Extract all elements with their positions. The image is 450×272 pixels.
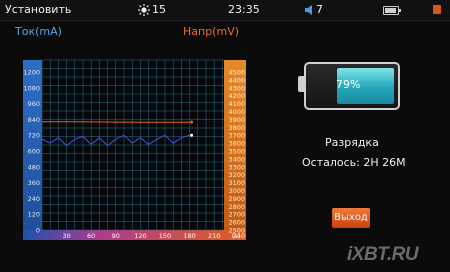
left-tick-label: 480: [28, 163, 40, 171]
left-tick-label: 960: [28, 100, 40, 108]
right-tick-label: 2700: [228, 211, 245, 219]
x-tick-label: 150: [159, 232, 171, 240]
watermark: iXBT.RU: [347, 244, 419, 265]
right-tick-label: 4400: [228, 76, 245, 84]
left-tick-label: 0: [36, 227, 40, 235]
left-tick-label: 120: [28, 211, 40, 219]
right-tick-label: 3800: [228, 124, 245, 132]
right-tick-label: 4300: [228, 84, 245, 92]
battery-state: Разрядка: [325, 136, 379, 149]
discharge-chart: 1200108096084072060048036024012004500440…: [23, 59, 246, 240]
battery-indicator: 79%: [298, 62, 400, 110]
x-unit-label: (s): [232, 232, 240, 240]
right-tick-label: 4500: [228, 69, 245, 77]
right-tick-label: 3600: [228, 140, 245, 148]
left-tick-label: 240: [28, 195, 40, 203]
voltage-series-endpoint: [190, 120, 194, 124]
right-tick-label: 3300: [228, 163, 245, 171]
right-tick-label: 3700: [228, 132, 245, 140]
right-tick-label: 3400: [228, 155, 245, 163]
right-tick-label: 4000: [228, 108, 245, 116]
x-tick-label: 120: [134, 232, 146, 240]
right-tick-label: 3100: [228, 179, 245, 187]
x-tick-label: 90: [112, 232, 120, 240]
exit-button[interactable]: Выход: [332, 208, 370, 228]
right-tick-label: 4200: [228, 92, 245, 100]
x-tick-label: 60: [87, 232, 95, 240]
left-tick-label: 360: [28, 179, 40, 187]
x-tick-label: 30: [62, 232, 70, 240]
left-tick-label: 1200: [23, 69, 40, 77]
grid: [41, 59, 224, 231]
right-tick-label: 4100: [228, 100, 245, 108]
left-tick-label: 720: [28, 132, 40, 140]
battery-percent: 79%: [336, 78, 361, 91]
current-series-endpoint: [190, 133, 194, 137]
time-remaining: Осталось: 2H 26M: [302, 156, 406, 169]
right-tick-label: 3200: [228, 171, 245, 179]
x-tick-label: 180: [183, 232, 195, 240]
right-tick-label: 2800: [228, 203, 245, 211]
left-tick-label: 600: [28, 148, 40, 156]
right-tick-label: 3900: [228, 116, 245, 124]
left-tick-label: 1080: [23, 84, 40, 92]
x-tick-label: 210: [208, 232, 220, 240]
right-tick-label: 2900: [228, 195, 245, 203]
left-tick-label: 840: [28, 116, 40, 124]
right-tick-label: 2600: [228, 219, 245, 227]
right-tick-label: 3000: [228, 187, 245, 195]
right-tick-label: 3500: [228, 148, 245, 156]
